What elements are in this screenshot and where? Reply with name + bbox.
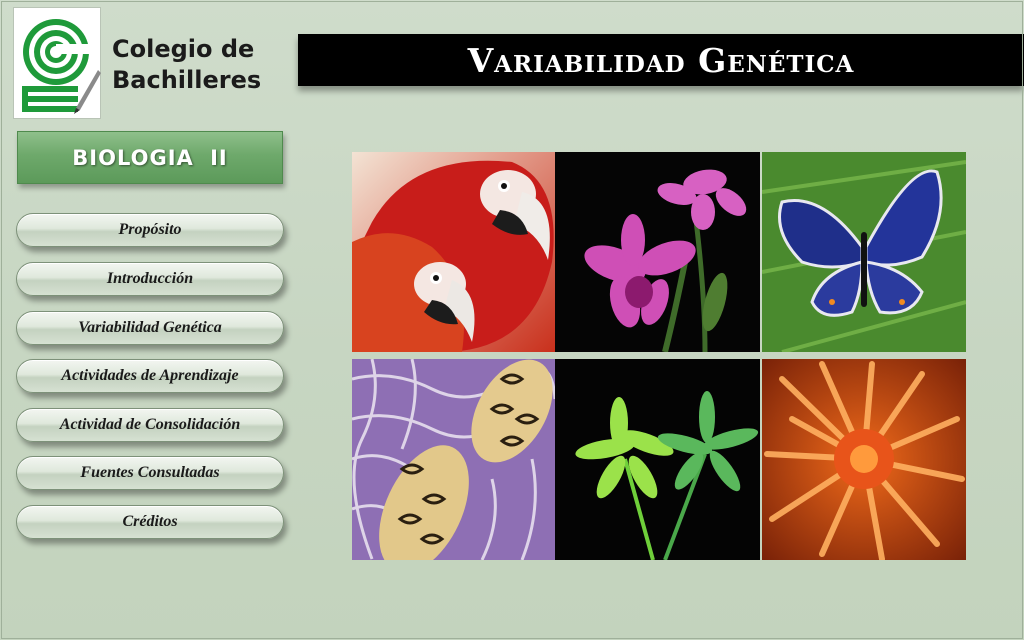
nav-variabilidad-button[interactable]: Variabilidad Genética — [16, 311, 284, 345]
org-name: Colegio de Bachilleres — [112, 34, 292, 96]
nav-label: Fuentes Consultadas — [80, 464, 220, 481]
slide: Colegio de Bachilleres Variabilidad Gené… — [0, 0, 1024, 640]
macaws-image — [352, 152, 555, 352]
nav-proposito-button[interactable]: Propósito — [16, 213, 284, 247]
org-name-line1: Colegio de — [112, 35, 255, 63]
colegio-logo — [13, 7, 101, 119]
flamingo-tongue-snail-image — [352, 359, 555, 560]
nav-label: Actividad de Consolidación — [59, 416, 241, 433]
title-bar: Variabilidad Genética — [298, 34, 1024, 86]
nav-creditos-button[interactable]: Créditos — [16, 505, 284, 539]
nav-label: Propósito — [118, 221, 182, 238]
org-name-line2: Bachilleres — [112, 66, 262, 94]
nav-actividad-consolidacion-button[interactable]: Actividad de Consolidación — [16, 408, 284, 442]
nav-label: Variabilidad Genética — [78, 319, 222, 336]
nav-actividades-aprendizaje-button[interactable]: Actividades de Aprendizaje — [16, 359, 284, 393]
nav-label: Introducción — [106, 270, 194, 287]
nav-label: Actividades de Aprendizaje — [61, 367, 239, 384]
orange-coral-image — [762, 359, 966, 560]
blue-butterfly-image — [762, 152, 966, 352]
image-gallery — [352, 152, 966, 560]
nav-introduccion-button[interactable]: Introducción — [16, 262, 284, 296]
spiral-logo-icon — [22, 19, 101, 114]
subject-label: BIOLOGIA II — [72, 145, 228, 170]
orchid-image — [555, 152, 760, 352]
nav-label: Créditos — [122, 513, 178, 530]
page-title: Variabilidad Genética — [467, 40, 855, 80]
subject-banner: BIOLOGIA II — [17, 131, 283, 184]
green-algae-image — [555, 359, 760, 560]
nav-fuentes-button[interactable]: Fuentes Consultadas — [16, 456, 284, 490]
